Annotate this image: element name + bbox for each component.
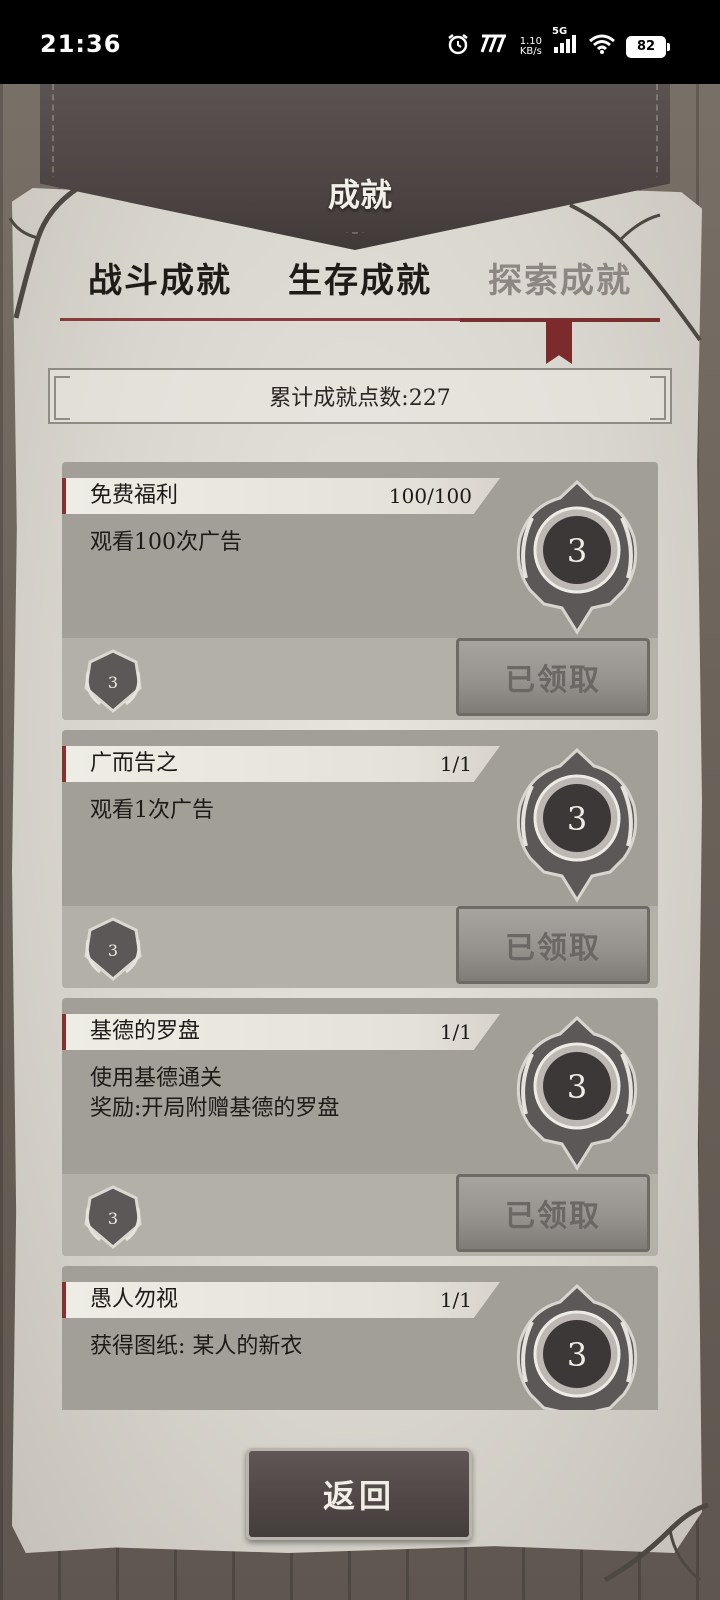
achievement-points-label: 累计成就点数:227 bbox=[269, 386, 451, 411]
tab-bar: 战斗成就 生存成就 探索成就 bbox=[60, 256, 660, 306]
status-bar: 21:36 1.10 KB/s 5G 82 bbox=[0, 0, 720, 84]
signal-icon: 5G bbox=[552, 26, 578, 59]
achievement-points-banner: 累计成就点数:227 bbox=[48, 368, 672, 424]
tab-exploration-achievements[interactable]: 探索成就 bbox=[460, 256, 660, 306]
medal-value: 3 bbox=[567, 1336, 587, 1374]
achievement-name: 基德的罗盘 bbox=[90, 1019, 201, 1044]
achievement-progress: 100/100 bbox=[388, 484, 472, 508]
achievement-name: 免费福利 bbox=[90, 483, 179, 508]
achievement-description-line: 观看100次广告 bbox=[90, 530, 242, 555]
achievement-description: 获得图纸: 某人的新衣 bbox=[90, 1332, 490, 1362]
achievement-card: 愚人勿视 1/1 获得图纸: 某人的新衣 3 bbox=[62, 1266, 658, 1410]
reward-value: 3 bbox=[108, 1209, 118, 1228]
tab-survival-achievements[interactable]: 生存成就 bbox=[260, 256, 460, 306]
medal-value: 3 bbox=[567, 1068, 587, 1106]
achievement-name: 广而告之 bbox=[90, 751, 179, 776]
net-speed-unit: KB/s bbox=[519, 45, 542, 57]
reward-medal-icon: 3 bbox=[84, 649, 142, 713]
medal-value: 3 bbox=[567, 532, 587, 570]
reward-value: 3 bbox=[108, 673, 118, 692]
achievement-medal-icon: 3 bbox=[516, 1283, 638, 1410]
claimed-button[interactable]: 已领取 bbox=[456, 638, 650, 716]
back-button[interactable]: 返回 bbox=[246, 1448, 472, 1540]
achievement-card: 广而告之 1/1 观看1次广告 3 3 已领取 bbox=[62, 730, 658, 988]
achievement-medal-icon: 3 bbox=[516, 747, 638, 903]
reward-value: 3 bbox=[108, 941, 118, 960]
network-type: 5G bbox=[552, 26, 568, 37]
reward-medal-icon: 3 bbox=[84, 1185, 142, 1249]
achievement-list[interactable]: 免费福利 100/100 观看100次广告 3 3 已领取 广而告之 1/1 观… bbox=[62, 462, 658, 1410]
achievement-medal-icon: 3 bbox=[516, 479, 638, 635]
achievement-progress: 1/1 bbox=[439, 1288, 472, 1312]
app-notification-icon bbox=[480, 34, 510, 59]
status-icons: 1.10 KB/s 5G 82 bbox=[446, 26, 670, 61]
wifi-icon bbox=[588, 33, 616, 60]
achievement-description-line: 奖励:开局附赠基德的罗盘 bbox=[90, 1096, 340, 1121]
medal-value: 3 bbox=[567, 800, 587, 838]
status-time: 21:36 bbox=[40, 30, 122, 58]
battery-indicator: 82 bbox=[626, 35, 670, 58]
claimed-button[interactable]: 已领取 bbox=[456, 1174, 650, 1252]
achievement-medal-icon: 3 bbox=[516, 1015, 638, 1171]
net-speed-value: 1.10 bbox=[519, 35, 542, 47]
achievement-card: 基德的罗盘 1/1 使用基德通关 奖励:开局附赠基德的罗盘 3 3 已领取 bbox=[62, 998, 658, 1256]
achievement-description: 使用基德通关 奖励:开局附赠基德的罗盘 bbox=[90, 1064, 490, 1124]
achievement-description: 观看100次广告 bbox=[90, 528, 490, 558]
achievement-description-line: 获得图纸: 某人的新衣 bbox=[90, 1334, 303, 1359]
tab-battle-achievements[interactable]: 战斗成就 bbox=[60, 256, 260, 306]
network-speed: 1.10 KB/s bbox=[519, 35, 542, 57]
achievement-progress: 1/1 bbox=[439, 1020, 472, 1044]
achievement-name: 愚人勿视 bbox=[90, 1287, 179, 1312]
achievement-description-line: 使用基德通关 bbox=[90, 1066, 223, 1091]
alarm-icon bbox=[446, 32, 470, 61]
reward-medal-icon: 3 bbox=[84, 917, 142, 981]
page-title: 成就 bbox=[327, 176, 392, 214]
achievement-progress: 1/1 bbox=[439, 752, 472, 776]
claimed-button[interactable]: 已领取 bbox=[456, 906, 650, 984]
branch-decoration-bottom bbox=[603, 1502, 709, 1583]
achievement-description-line: 观看1次广告 bbox=[90, 798, 214, 823]
achievement-card: 免费福利 100/100 观看100次广告 3 3 已领取 bbox=[62, 462, 658, 720]
achievement-description: 观看1次广告 bbox=[90, 796, 490, 826]
